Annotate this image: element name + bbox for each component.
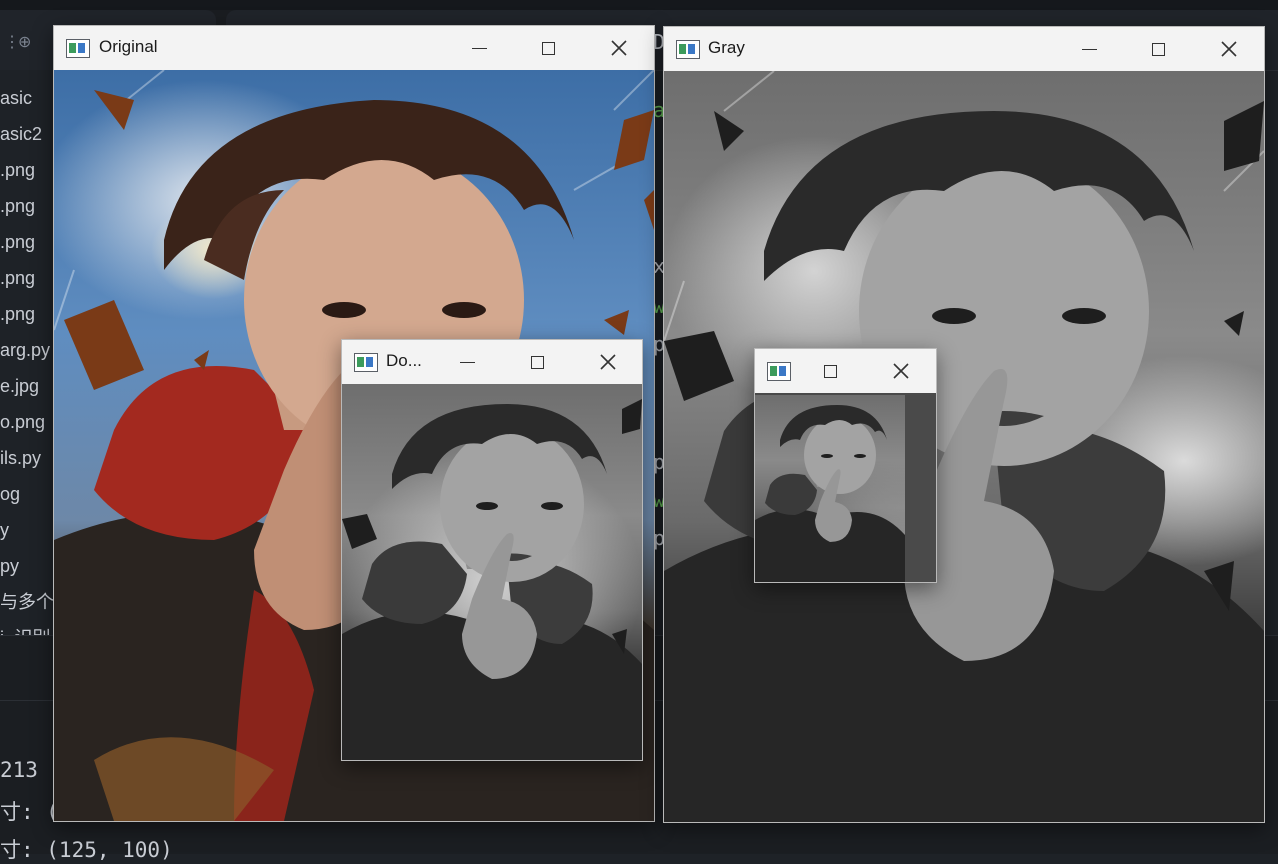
file-item[interactable]: i=识别 [0, 620, 51, 635]
file-item[interactable]: og [0, 476, 20, 512]
maximize-button[interactable] [525, 26, 571, 70]
opencv-window-icon [354, 353, 378, 372]
file-item[interactable]: arg.py [0, 332, 50, 368]
opencv-window-icon [66, 39, 90, 58]
terminal-line: 213 [0, 758, 38, 782]
close-button[interactable] [1206, 27, 1252, 71]
close-icon [893, 363, 909, 379]
small-window[interactable] [754, 348, 937, 583]
file-item[interactable]: ils.py [0, 440, 41, 476]
minimize-button[interactable] [444, 340, 490, 384]
small-image [755, 395, 905, 582]
window-titlebar[interactable]: Gray [664, 27, 1264, 71]
downsampled-image-art [342, 399, 642, 760]
close-button[interactable] [596, 26, 642, 70]
file-item[interactable]: e.jpg [0, 368, 39, 404]
close-icon [600, 354, 616, 370]
file-item[interactable]: py [0, 548, 19, 584]
file-item[interactable]: y [0, 512, 9, 548]
file-item[interactable]: .png [0, 260, 35, 296]
downsampled-window[interactable]: Do... [341, 339, 643, 761]
target-icon[interactable]: ⊕ [18, 32, 31, 52]
file-item[interactable]: .png [0, 152, 35, 188]
window-title: Original [99, 37, 158, 56]
maximize-button[interactable] [1135, 27, 1181, 71]
file-explorer: asic asic2 .png .png .png .png .png arg.… [0, 70, 55, 635]
opencv-window-icon [676, 40, 700, 59]
opencv-window-icon [767, 362, 791, 381]
window-title: Gray [708, 38, 745, 57]
ide-top-strip [0, 0, 1278, 10]
close-button[interactable] [585, 340, 631, 384]
file-item[interactable]: asic [0, 80, 32, 116]
maximize-icon [823, 364, 837, 378]
maximize-icon [530, 355, 544, 369]
maximize-icon [1151, 42, 1165, 56]
minimize-icon [459, 361, 475, 363]
window-titlebar[interactable]: Do... [342, 340, 642, 384]
file-item[interactable]: o.png [0, 404, 45, 440]
minimize-icon [1081, 48, 1097, 50]
file-item[interactable]: .png [0, 188, 35, 224]
maximize-button[interactable] [514, 340, 560, 384]
maximize-button[interactable] [807, 349, 853, 393]
minimize-button[interactable] [456, 26, 502, 70]
window-title: Do... [386, 351, 422, 370]
window-titlebar[interactable] [755, 349, 936, 393]
small-image-art [755, 405, 905, 582]
terminal-line: 寸: (125, 100) [0, 838, 173, 862]
file-item[interactable]: .png [0, 224, 35, 260]
file-item[interactable]: 与多个对 [0, 584, 55, 620]
minimize-button[interactable] [1066, 27, 1112, 71]
close-icon [611, 40, 627, 56]
window-titlebar[interactable]: Original [54, 26, 654, 70]
close-icon [1221, 41, 1237, 57]
terminal-line: 寸: ( [0, 800, 59, 824]
maximize-icon [541, 41, 555, 55]
close-button[interactable] [878, 349, 924, 393]
downsampled-image [342, 384, 642, 760]
file-item[interactable]: .png [0, 296, 35, 332]
file-item[interactable]: asic2 [0, 116, 42, 152]
minimize-icon [471, 47, 487, 49]
